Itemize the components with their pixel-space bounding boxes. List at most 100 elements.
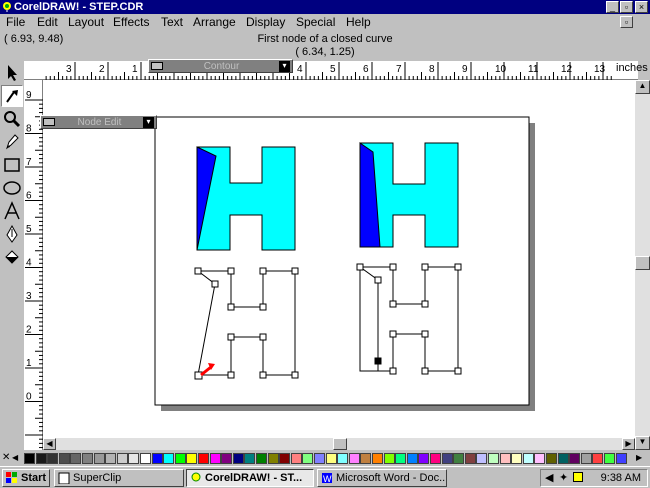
color-swatch[interactable] [105,453,117,464]
battery-icon[interactable] [573,472,583,482]
color-swatch[interactable] [546,453,557,464]
color-swatch[interactable] [174,453,186,464]
menu-layout[interactable]: Layout [68,15,104,30]
outline-tool[interactable] [1,223,23,245]
menu-display[interactable]: Display [246,15,285,30]
color-swatch[interactable] [464,453,476,464]
color-swatch[interactable] [372,453,383,464]
scroll-right-button[interactable]: ▶ [622,438,635,450]
shape-tool[interactable] [1,85,23,107]
color-swatch[interactable] [186,453,198,464]
color-swatch[interactable] [116,453,128,464]
color-swatch[interactable] [348,453,360,464]
menu-text[interactable]: Text [161,15,183,30]
drawing-canvas[interactable] [43,80,635,438]
color-swatch[interactable] [360,453,372,464]
color-swatch[interactable] [47,453,59,464]
color-swatch[interactable] [232,453,244,464]
color-swatch[interactable] [302,453,314,464]
color-swatch[interactable] [615,453,627,464]
color-swatch[interactable] [337,453,349,464]
minimize-button[interactable]: _ [606,1,619,13]
color-swatch[interactable] [569,453,581,464]
text-tool[interactable] [1,200,23,222]
vertical-scrollbar[interactable]: ▲ ▼ [635,80,650,450]
horizontal-scroll-thumb[interactable] [333,438,347,450]
no-fill-swatch-icon[interactable]: ✕ [2,452,12,464]
ellipse-tool[interactable] [1,177,23,199]
color-swatch[interactable] [511,453,523,464]
color-swatch[interactable] [290,453,302,464]
color-swatch[interactable] [534,453,546,464]
task-coreldraw[interactable]: CorelDRAW! - ST... [186,469,314,487]
color-swatch[interactable] [24,453,35,464]
color-swatch[interactable] [430,453,441,464]
color-swatch[interactable] [93,453,105,464]
color-swatch[interactable] [488,453,499,464]
close-button[interactable]: × [635,1,648,13]
vertical-ruler[interactable]: 9 8 7 6 5 4 3 2 1 0 [24,80,43,450]
color-swatch[interactable] [221,453,233,464]
start-button[interactable]: Start [2,469,50,487]
color-swatch[interactable] [476,453,488,464]
color-swatch[interactable] [198,453,209,464]
speaker-icon[interactable]: ◀ [545,471,553,484]
task-superclip[interactable]: SuperClip [54,469,184,487]
rectangle-tool[interactable] [1,154,23,176]
document-restore-button[interactable]: ▫ [620,16,633,28]
color-swatch[interactable] [522,453,534,464]
color-swatch[interactable] [163,453,175,464]
color-swatch[interactable] [58,453,70,464]
color-swatch[interactable] [441,453,453,464]
menu-special[interactable]: Special [296,15,335,30]
rollup-arrow-icon[interactable]: ▾ [143,117,154,128]
scroll-down-button[interactable]: ▼ [635,436,650,450]
color-swatch[interactable] [406,453,418,464]
task-microsoft-word[interactable]: W Microsoft Word - Doc... [317,469,447,487]
color-swatch[interactable] [499,453,511,464]
palette-scroll-left-button[interactable]: ◀ [12,453,22,464]
scroll-left-button[interactable]: ◀ [43,438,56,450]
rollup-menu-button[interactable] [151,62,163,70]
color-swatch[interactable] [592,453,604,464]
pick-tool[interactable] [1,62,23,84]
color-swatch[interactable] [256,453,267,464]
contour-rollup[interactable]: Contour ▾ [148,59,293,73]
color-swatch[interactable] [140,453,151,464]
menu-effects[interactable]: Effects [113,15,149,30]
color-swatch[interactable] [82,453,93,464]
palette-scroll-right-button[interactable]: ▶ [636,453,646,464]
rollup-arrow-icon[interactable]: ▾ [279,61,290,72]
color-swatch[interactable] [325,453,337,464]
color-swatch[interactable] [557,453,569,464]
menu-arrange[interactable]: Arrange [193,15,236,30]
color-swatch[interactable] [418,453,430,464]
menu-edit[interactable]: Edit [37,15,58,30]
scroll-up-button[interactable]: ▲ [635,80,650,94]
color-swatch[interactable] [151,453,163,464]
restore-button[interactable]: ▫ [620,1,633,13]
pencil-tool[interactable] [1,131,23,153]
vertical-scroll-thumb[interactable] [635,256,650,270]
color-swatch[interactable] [395,453,407,464]
horizontal-scrollbar[interactable]: ◀ ▶ [43,438,635,450]
color-swatch[interactable] [314,453,325,464]
menu-file[interactable]: File [6,15,25,30]
color-swatch[interactable] [209,453,221,464]
zoom-tool[interactable] [1,108,23,130]
color-swatch[interactable] [383,453,395,464]
color-swatch[interactable] [70,453,82,464]
node-edit-rollup[interactable]: Node Edit ▾ [40,115,157,129]
color-swatch[interactable] [35,453,47,464]
color-swatch[interactable] [128,453,140,464]
color-swatch[interactable] [279,453,291,464]
network-icon[interactable]: ✦ [559,471,568,484]
color-swatch[interactable] [244,453,256,464]
fill-tool[interactable] [1,246,23,268]
horizontal-ruler[interactable]: 321012345678910111213 inches [24,61,648,80]
color-swatch[interactable] [580,453,592,464]
color-swatch[interactable] [604,453,615,464]
color-swatch[interactable] [453,453,465,464]
menu-help[interactable]: Help [346,15,371,30]
color-swatch[interactable] [267,453,279,464]
